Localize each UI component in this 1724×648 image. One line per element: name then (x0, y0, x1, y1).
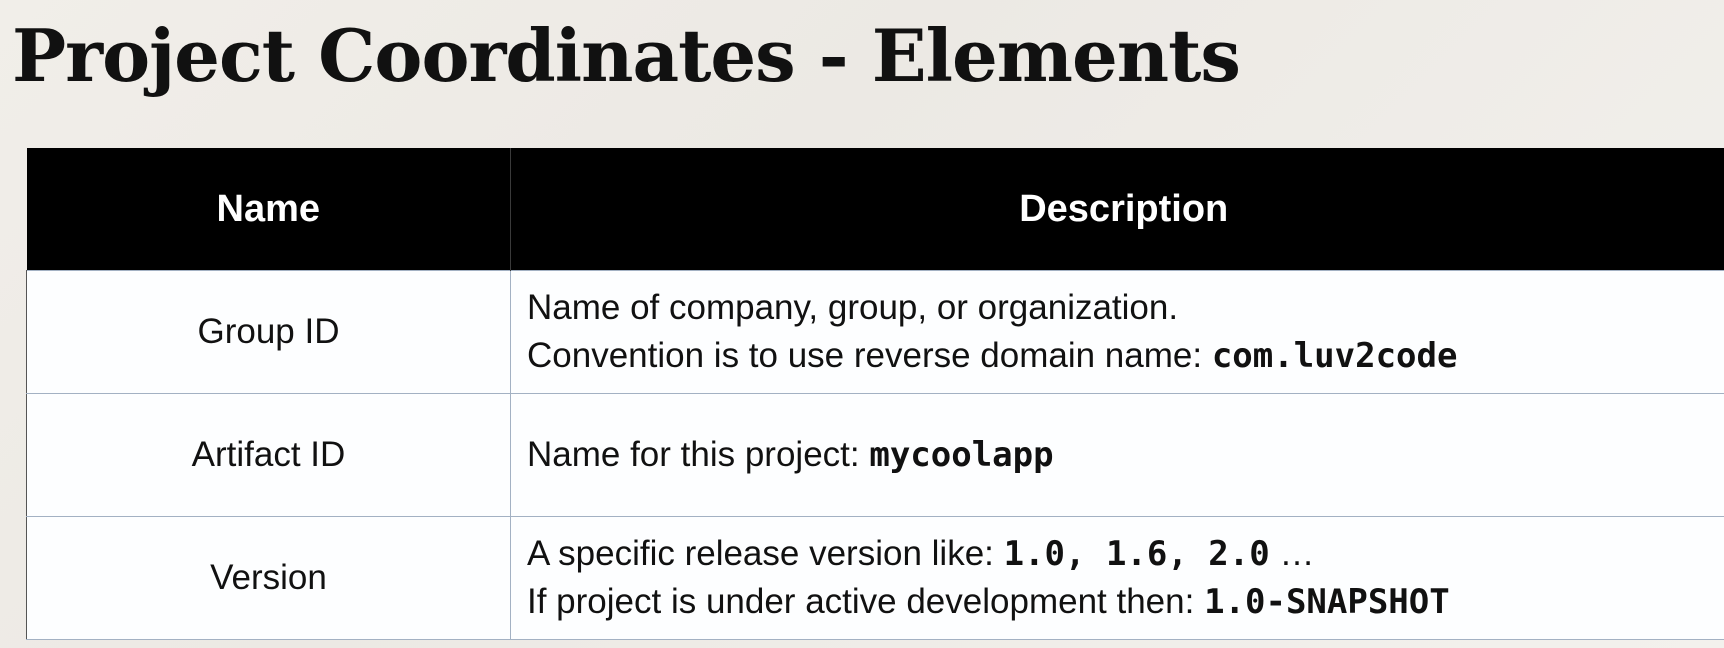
cell-description-version: A specific release version like: 1.0, 1.… (510, 516, 1724, 640)
cell-description-artifact-id: Name for this project: mycoolapp (510, 393, 1724, 517)
slide-title: Project Coordinates - Elements (12, 13, 1241, 98)
coordinates-table: Name Description Group ID Name of compan… (26, 148, 1724, 640)
code-example-version-list: 1.0, 1.6, 2.0 (1003, 534, 1270, 574)
description-line: Name of company, group, or organization. (527, 284, 1724, 332)
table-row-version: Version A specific release version like:… (26, 516, 1724, 640)
cell-name-artifact-id: Artifact ID (26, 393, 511, 517)
coordinates-table-container: Name Description Group ID Name of compan… (26, 148, 1724, 643)
code-example-snapshot: 1.0-SNAPSHOT (1204, 582, 1450, 622)
description-line: Convention is to use reverse domain name… (527, 332, 1724, 380)
description-line: Name for this project: mycoolapp (527, 431, 1724, 479)
cell-name-group-id: Group ID (26, 270, 511, 394)
column-header-description: Description (510, 148, 1724, 271)
description-text: If project is under active development t… (527, 582, 1205, 621)
description-line: A specific release version like: 1.0, 1.… (527, 530, 1724, 578)
code-example-artifact-id: mycoolapp (869, 435, 1054, 475)
description-text: Name for this project: (527, 435, 870, 474)
cell-name-version: Version (26, 516, 511, 640)
description-line: If project is under active development t… (527, 578, 1724, 626)
column-header-name: Name (26, 148, 511, 271)
description-text: Name of company, group, or organization. (527, 288, 1179, 327)
cell-description-group-id: Name of company, group, or organization.… (510, 270, 1724, 394)
table-row-artifact-id: Artifact ID Name for this project: mycoo… (26, 393, 1724, 517)
description-text: Convention is to use reverse domain name… (527, 336, 1212, 375)
table-row-group-id: Group ID Name of company, group, or orga… (26, 270, 1724, 394)
table-header-row: Name Description (26, 148, 1724, 271)
description-text: A specific release version like: (527, 534, 1004, 573)
code-example-group-id: com.luv2code (1211, 336, 1458, 376)
description-ellipsis: … (1269, 534, 1315, 573)
